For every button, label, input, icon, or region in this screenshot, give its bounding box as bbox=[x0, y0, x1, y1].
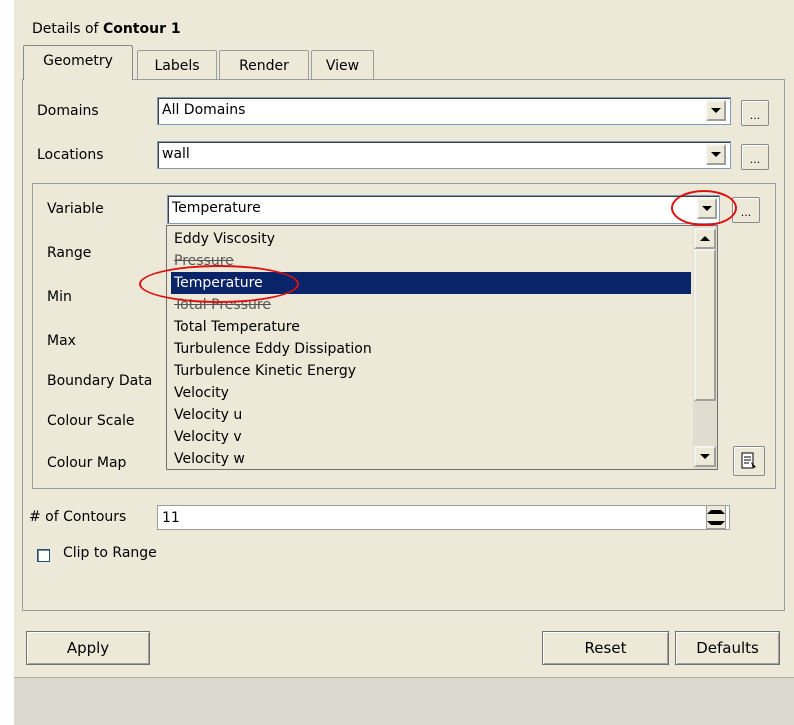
list-item[interactable]: Velocity v bbox=[171, 426, 691, 448]
defaults-button[interactable]: Defaults bbox=[675, 631, 780, 665]
scroll-thumb[interactable] bbox=[694, 249, 716, 401]
contours-input[interactable]: 11 bbox=[157, 505, 730, 530]
range-label: Range bbox=[47, 245, 92, 261]
domains-more-button[interactable]: ... bbox=[741, 100, 769, 126]
tab-labels[interactable]: Labels bbox=[137, 50, 217, 81]
scroll-down-button[interactable] bbox=[694, 446, 716, 467]
variable-select[interactable]: Temperature bbox=[167, 195, 720, 224]
scroll-up-button[interactable] bbox=[694, 228, 716, 249]
variable-value: Temperature bbox=[172, 200, 261, 216]
edit-document-icon bbox=[741, 452, 756, 469]
min-label: Min bbox=[47, 289, 72, 305]
list-item[interactable]: Turbulence Eddy Dissipation bbox=[171, 338, 691, 360]
clip-to-range-label: Clip to Range bbox=[63, 545, 157, 561]
contours-label: # of Contours bbox=[29, 509, 127, 525]
list-item[interactable]: Velocity u bbox=[171, 404, 691, 426]
locations-more-button[interactable]: ... bbox=[741, 144, 769, 170]
locations-select[interactable]: wall bbox=[157, 141, 731, 169]
list-item[interactable]: Velocity bbox=[171, 382, 691, 404]
variable-label: Variable bbox=[47, 201, 104, 217]
list-item[interactable]: Total Temperature bbox=[171, 316, 691, 338]
domains-label: Domains bbox=[37, 103, 99, 119]
chevron-down-icon bbox=[707, 520, 725, 525]
tab-view[interactable]: View bbox=[311, 50, 374, 81]
domains-select[interactable]: All Domains bbox=[157, 97, 731, 125]
clip-to-range-checkbox[interactable] bbox=[37, 549, 50, 562]
list-item[interactable]: Velocity w bbox=[171, 448, 691, 470]
tab-render[interactable]: Render bbox=[219, 50, 309, 81]
list-item[interactable]: Turbulence Kinetic Energy bbox=[171, 360, 691, 382]
dropdown-scrollbar[interactable] bbox=[693, 226, 717, 469]
tab-geometry[interactable]: Geometry bbox=[23, 45, 133, 80]
chevron-down-icon bbox=[700, 454, 710, 459]
list-item[interactable]: Eddy Viscosity bbox=[171, 228, 691, 250]
panel-title: Details of Contour 1 bbox=[32, 21, 181, 37]
temperature-option-annotation bbox=[139, 265, 299, 303]
locations-label: Locations bbox=[37, 147, 104, 163]
left-window-edge bbox=[0, 0, 14, 725]
chevron-up-icon bbox=[700, 236, 710, 241]
reset-button[interactable]: Reset bbox=[542, 631, 669, 665]
locations-value: wall bbox=[162, 146, 190, 162]
colour-map-edit-button[interactable] bbox=[733, 446, 765, 476]
contours-value: 11 bbox=[162, 510, 180, 526]
dropdown-button-annotation bbox=[671, 190, 737, 226]
max-label: Max bbox=[47, 333, 76, 349]
chevron-down-icon bbox=[711, 108, 721, 113]
variable-dropdown-list[interactable]: Eddy Viscosity Pressure Temperature Tota… bbox=[166, 225, 718, 470]
boundary-data-label: Boundary Data bbox=[47, 373, 153, 389]
chevron-up-icon bbox=[707, 509, 725, 514]
colour-scale-label: Colour Scale bbox=[47, 413, 135, 429]
domains-dropdown-button[interactable] bbox=[706, 100, 726, 121]
apply-button[interactable]: Apply bbox=[26, 631, 150, 665]
spin-down-button[interactable] bbox=[707, 517, 725, 528]
locations-dropdown-button[interactable] bbox=[706, 144, 726, 165]
spin-up-button[interactable] bbox=[707, 506, 725, 517]
domains-value: All Domains bbox=[162, 102, 246, 118]
status-bar bbox=[14, 677, 794, 725]
colour-map-label: Colour Map bbox=[47, 455, 127, 471]
contours-spinner[interactable] bbox=[706, 505, 726, 529]
chevron-down-icon bbox=[711, 152, 721, 157]
